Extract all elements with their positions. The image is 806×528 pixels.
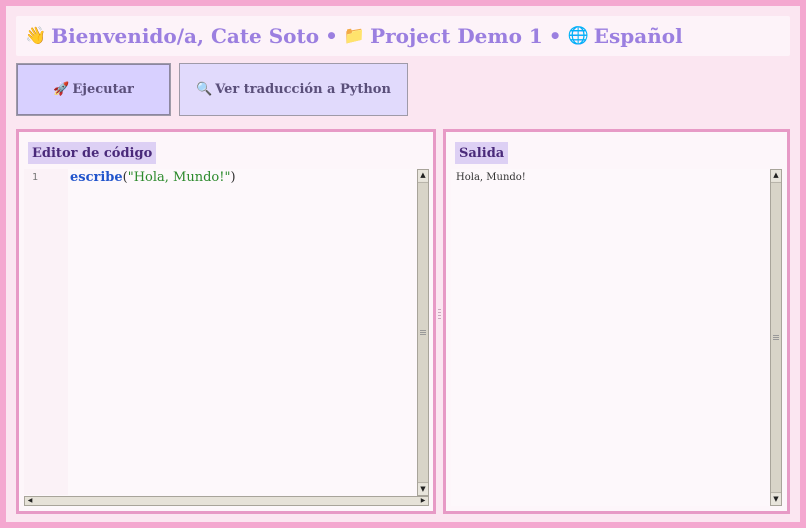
globe-icon: 🌐 xyxy=(567,26,589,46)
folder-icon: 📁 xyxy=(343,26,366,46)
panel-splitter[interactable] xyxy=(437,129,442,514)
line-number: 1 xyxy=(32,172,39,183)
waving-hand-icon: 👋 xyxy=(25,26,47,46)
line-number-gutter: 1 xyxy=(24,169,68,495)
project-name: Project Demo 1 xyxy=(370,24,543,48)
header-separator: • xyxy=(548,24,562,48)
editor-title: Editor de código xyxy=(28,142,157,164)
editor-horizontal-scrollbar[interactable]: ◀ ▶ xyxy=(24,496,429,506)
code-line[interactable]: escribe("Hola, Mundo!") xyxy=(70,170,236,185)
code-string: "Hola, Mundo!" xyxy=(127,170,231,185)
run-button-label: Ejecutar xyxy=(72,82,134,97)
scroll-up-arrow-icon[interactable]: ▲ xyxy=(418,170,428,181)
scroll-thumb[interactable] xyxy=(418,182,428,483)
scroll-down-arrow-icon[interactable]: ▼ xyxy=(771,494,781,505)
scroll-up-arrow-icon[interactable]: ▲ xyxy=(771,170,781,181)
translate-button-label: Ver traducción a Python xyxy=(215,82,391,97)
code-paren-close: ) xyxy=(230,170,236,185)
code-keyword: escribe xyxy=(70,170,123,185)
greeting-text: Bienvenido/a, Cate Soto xyxy=(51,24,320,48)
run-button[interactable]: 🚀 Ejecutar xyxy=(16,63,171,116)
view-python-translation-button[interactable]: 🔍 Ver traducción a Python xyxy=(179,63,408,116)
output-text: Hola, Mundo! xyxy=(456,172,526,183)
app-window: 👋 Bienvenido/a, Cate Soto • 📁 Project De… xyxy=(6,6,800,522)
code-editor-panel: Editor de código 1 escribe("Hola, Mundo!… xyxy=(16,129,436,514)
output-panel: Salida Hola, Mundo! ▲ ▼ xyxy=(443,129,790,514)
output-title: Salida xyxy=(455,142,509,164)
code-editor[interactable]: 1 escribe("Hola, Mundo!") ▲ ▼ ◀ ▶ xyxy=(24,169,429,508)
output-vertical-scrollbar[interactable]: ▲ ▼ xyxy=(770,169,782,506)
scroll-down-arrow-icon[interactable]: ▼ xyxy=(418,484,428,495)
scroll-thumb[interactable] xyxy=(771,182,781,493)
welcome-header: 👋 Bienvenido/a, Cate Soto • 📁 Project De… xyxy=(16,16,790,56)
header-separator: • xyxy=(325,24,338,48)
magnifier-icon: 🔍 xyxy=(196,82,213,97)
scroll-right-arrow-icon[interactable]: ▶ xyxy=(418,497,428,505)
rocket-icon: 🚀 xyxy=(53,82,70,97)
output-console: Hola, Mundo! ▲ ▼ xyxy=(451,169,782,506)
editor-vertical-scrollbar[interactable]: ▲ ▼ xyxy=(417,169,429,496)
scroll-left-arrow-icon[interactable]: ◀ xyxy=(25,497,35,505)
language-name: Español xyxy=(593,24,683,48)
